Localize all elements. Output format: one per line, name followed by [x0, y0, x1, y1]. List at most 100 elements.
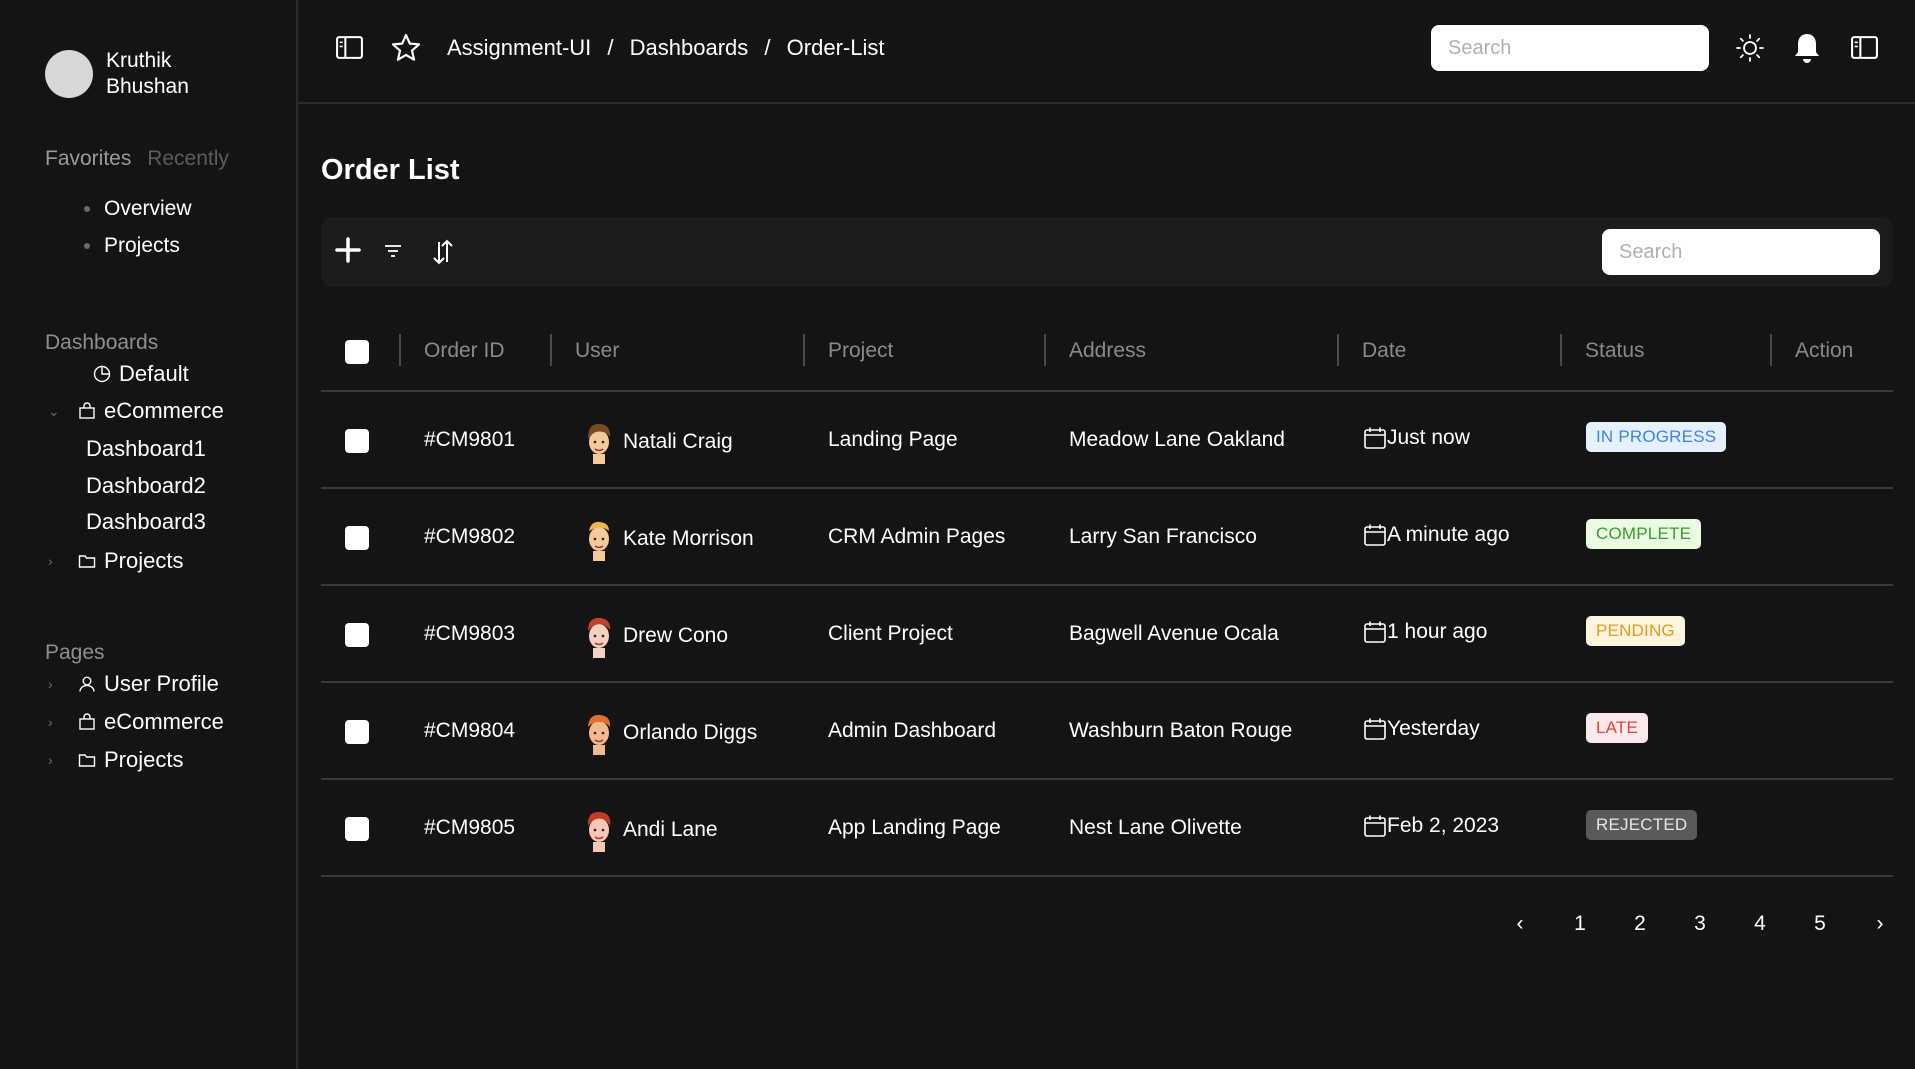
pagination-page[interactable]: 4	[1730, 912, 1790, 936]
user-cell: Kate Morrison	[583, 517, 754, 561]
user-name: Andi Lane	[623, 818, 718, 841]
pagination-page[interactable]: 5	[1790, 912, 1850, 936]
row-checkbox[interactable]	[345, 623, 369, 647]
favorite-label: Overview	[104, 196, 192, 220]
tab-favorites[interactable]: Favorites	[45, 147, 131, 170]
sidebar-item-label: eCommerce	[104, 709, 224, 734]
column-divider	[1337, 334, 1339, 366]
tab-recently[interactable]: Recently	[147, 147, 229, 170]
user-cell: Andi Lane	[583, 808, 718, 852]
select-all-checkbox[interactable]	[345, 340, 369, 364]
sidebar-item-label: eCommerce	[104, 398, 224, 423]
column-header-date[interactable]: Date	[1362, 339, 1406, 363]
sun-icon[interactable]	[1735, 33, 1765, 63]
user-avatar-icon	[588, 423, 611, 464]
order-table: Order ID User Project Address Date Statu…	[321, 312, 1893, 877]
column-divider	[399, 334, 401, 366]
breadcrumb: Assignment-UI / Dashboards / Order-List	[447, 35, 884, 61]
sidebar-item-dashboard1[interactable]: Dashboard1	[86, 436, 206, 462]
calendar-icon	[1364, 427, 1386, 449]
filter-icon[interactable]	[384, 244, 402, 258]
status-badge: IN PROGRESS	[1586, 422, 1727, 452]
pagination-page[interactable]: 1	[1550, 912, 1610, 936]
column-divider	[1560, 334, 1562, 366]
table-row[interactable]: #CM9805 Andi Lane App Landing Page Nest …	[321, 780, 1893, 877]
order-id: #CM9802	[424, 525, 516, 548]
avatar[interactable]	[45, 50, 93, 98]
table-row[interactable]: #CM9803 Drew Cono Client Project Bagwell…	[321, 586, 1893, 683]
top-search-input[interactable]	[1431, 25, 1709, 71]
calendar-icon	[1364, 524, 1386, 546]
folder-icon	[78, 754, 96, 767]
sidebar-item-user-profile[interactable]: › User Profile	[48, 671, 219, 697]
profile-name: Kruthik Bhushan	[106, 49, 189, 98]
order-date: Feb 2, 2023	[1387, 814, 1500, 837]
sort-icon[interactable]	[432, 238, 454, 266]
chevron-right-icon[interactable]: ›	[48, 676, 78, 692]
bullet-icon	[84, 205, 90, 212]
sidebar-item-ecommerce[interactable]: ⌄ eCommerce	[48, 398, 224, 424]
table-search-input[interactable]	[1602, 229, 1880, 275]
order-date: 1 hour ago	[1387, 620, 1488, 643]
chevron-right-icon[interactable]: ›	[48, 752, 78, 768]
sidebar-item-dashboard2[interactable]: Dashboard2	[86, 473, 206, 499]
table-row[interactable]: #CM9801 Natali Craig Landing Page Meadow…	[321, 392, 1893, 489]
favorite-item-projects[interactable]: Projects	[84, 227, 192, 264]
address: Washburn Baton Rouge	[1069, 719, 1293, 742]
sidebar-toggle-icon[interactable]	[335, 33, 364, 62]
sidebar-item-pages-ecommerce[interactable]: › eCommerce	[48, 709, 224, 735]
user-cell: Natali Craig	[583, 420, 733, 464]
table-row[interactable]: #CM9804 Orlando Diggs Admin Dashboard Wa…	[321, 683, 1893, 780]
profile[interactable]: Kruthik Bhushan	[45, 48, 216, 100]
shopping-bag-icon	[79, 402, 95, 419]
favorite-item-overview[interactable]: Overview	[84, 190, 192, 227]
column-header-action[interactable]: Action	[1795, 339, 1853, 363]
date-cell: Yesterday	[1363, 717, 1480, 741]
user-name: Kate Morrison	[623, 527, 754, 550]
column-header-user[interactable]: User	[575, 339, 619, 363]
breadcrumb-item[interactable]: Assignment-UI	[447, 35, 591, 60]
pagination: ‹ 1 2 3 4 5 ›	[1490, 912, 1910, 936]
bell-icon[interactable]	[1791, 31, 1823, 65]
chevron-right-icon[interactable]: ›	[48, 714, 78, 730]
order-date: Just now	[1387, 426, 1470, 449]
table-row[interactable]: #CM9802 Kate Morrison CRM Admin Pages La…	[321, 489, 1893, 586]
column-divider	[1044, 334, 1046, 366]
pagination-page[interactable]: 2	[1610, 912, 1670, 936]
sidebar-item-label: User Profile	[104, 671, 219, 696]
column-divider	[803, 334, 805, 366]
pagination-page[interactable]: 3	[1670, 912, 1730, 936]
row-checkbox[interactable]	[345, 817, 369, 841]
order-date: Yesterday	[1387, 717, 1480, 740]
star-icon[interactable]	[390, 32, 422, 64]
sidebar-item-label: Dashboard3	[86, 509, 206, 534]
chevron-right-icon[interactable]: ›	[48, 553, 78, 569]
sidebar-item-label: Dashboard2	[86, 473, 206, 498]
breadcrumb-item-current[interactable]: Order-List	[787, 35, 885, 60]
sidebar-item-default[interactable]: Default	[93, 361, 189, 387]
favorites-list: Overview Projects	[84, 190, 192, 264]
sidebar-item-pages-projects[interactable]: › Projects	[48, 747, 183, 773]
column-header-status[interactable]: Status	[1585, 339, 1645, 363]
panel-toggle-icon[interactable]	[1850, 33, 1879, 62]
bullet-icon	[84, 242, 90, 249]
add-icon[interactable]	[334, 236, 362, 264]
row-checkbox[interactable]	[345, 429, 369, 453]
column-header-address[interactable]: Address	[1069, 339, 1146, 363]
breadcrumb-item[interactable]: Dashboards	[630, 35, 749, 60]
pagination-prev-icon[interactable]: ‹	[1490, 912, 1550, 936]
pagination-next-icon[interactable]: ›	[1850, 912, 1910, 936]
sidebar-item-projects[interactable]: › Projects	[48, 548, 183, 574]
column-header-order-id[interactable]: Order ID	[424, 339, 505, 363]
row-checkbox[interactable]	[345, 526, 369, 550]
status-badge: PENDING	[1586, 616, 1685, 646]
sidebar-item-dashboard3[interactable]: Dashboard3	[86, 509, 206, 535]
sidebar-tabs: Favorites Recently	[45, 147, 229, 171]
row-checkbox[interactable]	[345, 720, 369, 744]
table-header: Order ID User Project Address Date Statu…	[321, 312, 1893, 392]
project-name: Client Project	[828, 622, 953, 645]
chevron-down-icon[interactable]: ⌄	[48, 403, 78, 420]
column-header-project[interactable]: Project	[828, 339, 893, 363]
date-cell: Just now	[1363, 426, 1470, 450]
user-name: Orlando Diggs	[623, 721, 758, 744]
